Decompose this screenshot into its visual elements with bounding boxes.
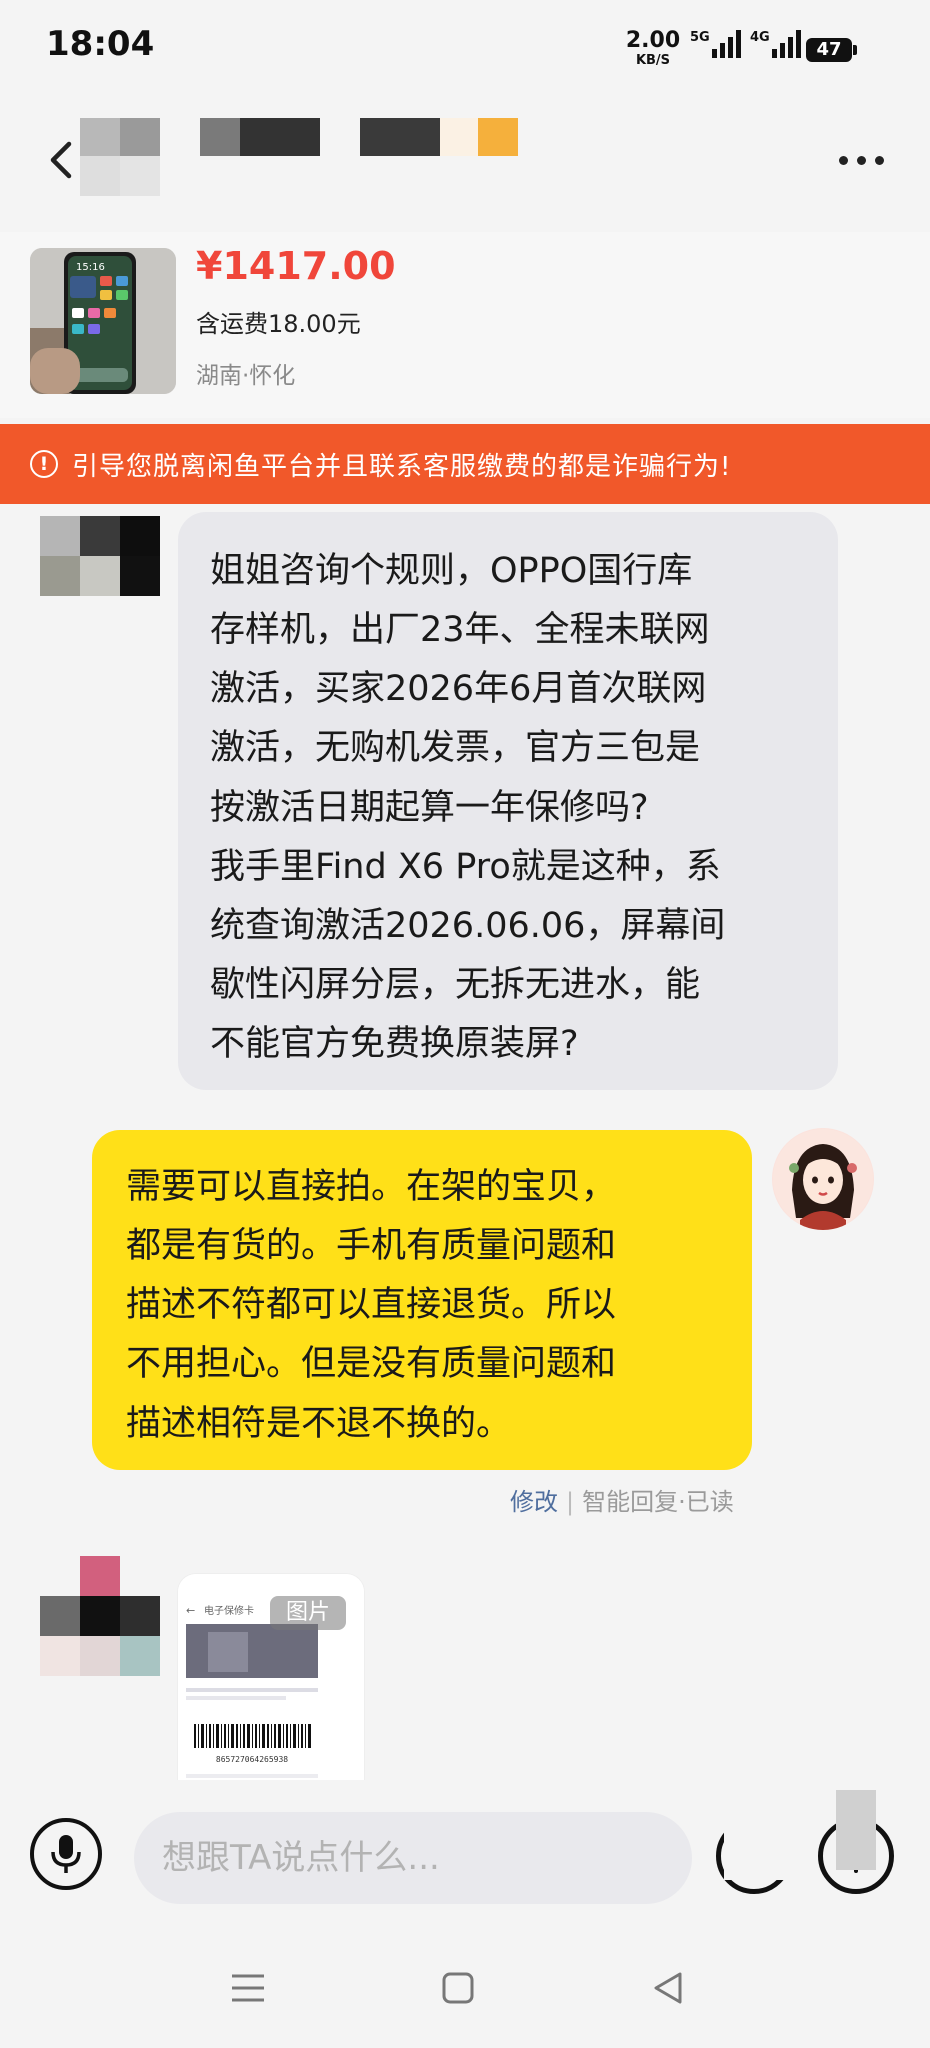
back-triangle-icon	[654, 1972, 682, 2004]
message-line: 存样机，出厂23年、全程未联网	[210, 610, 710, 651]
message-line: 激活，无购机发票，官方三包是	[210, 728, 701, 769]
nav-menu-button[interactable]	[218, 1958, 278, 2018]
microphone-icon	[51, 1835, 81, 1873]
sim2-label: 4G	[750, 30, 770, 45]
avatar-illustration-icon	[773, 1129, 873, 1230]
barcode-number: 865727064265938	[216, 1755, 288, 1764]
product-location: 湖南·怀化	[196, 363, 296, 389]
message-line: 按激活日期起算一年保修吗?	[210, 787, 649, 828]
alert-icon: !	[30, 450, 58, 478]
status-separator: |	[566, 1488, 575, 1516]
my-avatar[interactable]	[772, 1128, 874, 1230]
incoming-message-bubble[interactable]: 姐姐咨询个规则，OPPO国行库 存样机，出厂23年、全程未联网 激活，买家202…	[178, 512, 838, 1090]
more-horizontal-icon	[838, 155, 848, 165]
contact-name-pixelated[interactable]	[80, 116, 520, 200]
sim1-signal: 5G	[690, 30, 741, 58]
battery-icon	[853, 45, 857, 55]
seller-avatar[interactable]	[40, 1556, 160, 1676]
image-badge: 图片	[270, 1596, 346, 1630]
message-line: 都是有货的。手机有质量问题和	[126, 1226, 617, 1267]
phone-photo-image: 15:16	[30, 248, 176, 394]
svg-text:←: ←	[186, 1604, 195, 1617]
card-title: 电子保修卡	[204, 1604, 254, 1617]
nav-back-button[interactable]	[638, 1958, 698, 2018]
message-line: 不能官方免费换原装屏?	[210, 1024, 579, 1065]
edit-link[interactable]: 修改	[510, 1488, 558, 1516]
message-input[interactable]	[134, 1812, 692, 1904]
thumb-time: 15:16	[76, 262, 105, 273]
network-speed: 2.00 KB/S	[625, 28, 681, 68]
seller-avatar[interactable]	[40, 516, 160, 596]
message-line: 姐姐咨询个规则，OPPO国行库	[210, 551, 693, 591]
battery-level: 47	[806, 38, 852, 62]
warning-text: 引导您脱离闲鱼平台并且联系客服缴费的都是诈骗行为!	[72, 451, 732, 482]
pixelated-overlay	[836, 1790, 876, 1870]
signal-bars-icon	[771, 30, 801, 58]
sim2-signal: 4G	[750, 30, 801, 58]
network-speed-unit: KB/S	[635, 53, 671, 68]
message-line: 不用担心。但是没有质量问题和	[126, 1344, 617, 1385]
voice-input-button[interactable]	[30, 1818, 102, 1890]
chevron-left-icon	[50, 141, 72, 179]
message-line: 我手里Find X6 Pro就是这种，系	[210, 846, 721, 887]
product-thumbnail[interactable]: 15:16	[30, 248, 176, 394]
status-time: 18:04	[46, 24, 155, 64]
nav-home-button[interactable]	[428, 1958, 488, 2018]
reply-status: 智能回复·已读	[582, 1488, 734, 1516]
product-price: ¥1417.00	[196, 244, 396, 288]
sim1-label: 5G	[690, 30, 710, 45]
outgoing-message-bubble[interactable]: 需要可以直接拍。在架的宝贝， 都是有货的。手机有质量问题和 描述不符都可以直接退…	[92, 1130, 752, 1470]
home-square-icon	[442, 1972, 474, 2004]
menu-icon	[232, 1974, 264, 2002]
message-line: 描述不符都可以直接退货。所以	[126, 1285, 617, 1326]
signal-bars-icon	[711, 30, 741, 58]
network-speed-value: 2.00	[625, 28, 681, 53]
message-line: 描述相符是不退不换的。	[126, 1403, 512, 1444]
message-line: 统查询激活2026.06.06，屏幕间	[210, 905, 726, 946]
pixelated-overlay	[724, 1796, 794, 1880]
back-button[interactable]	[40, 138, 84, 182]
message-line: 激活，买家2026年6月首次联网	[210, 669, 707, 710]
product-shipping: 含运费18.00元	[196, 310, 361, 338]
message-status: 修改 | 智能回复·已读	[510, 1482, 734, 1517]
fraud-warning-banner: ! 引导您脱离闲鱼平台并且联系客服缴费的都是诈骗行为!	[0, 424, 930, 504]
more-options-button[interactable]	[826, 140, 896, 180]
message-line: 需要可以直接拍。在架的宝贝，	[126, 1167, 617, 1207]
message-line: 歇性闪屏分层，无拆无进水，能	[210, 964, 701, 1005]
